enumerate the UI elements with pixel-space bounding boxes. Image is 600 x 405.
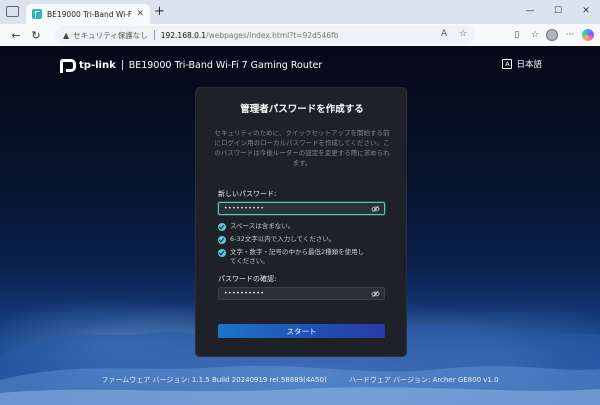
logo-text: tp-link [79, 59, 116, 71]
confirm-password-input[interactable] [224, 290, 364, 297]
language-label: 日本語 [516, 60, 542, 70]
url-path: /webpages/index.html?t=92d546fb [206, 30, 339, 40]
card-title: 管理者パスワードを作成する [240, 104, 364, 115]
browser-toolbar: ← ↻ ▲ セキュリティ保護なし 192.168.0.1/webpages/in… [0, 24, 600, 46]
confirm-password-label: パスワードの確認: [218, 275, 277, 283]
copilot-icon[interactable] [579, 26, 597, 44]
check-icon [218, 222, 226, 231]
check-icon [218, 248, 226, 257]
read-aloud-icon[interactable]: A [441, 29, 447, 39]
check-icon [218, 235, 226, 244]
tab-strip: BE19000 Tri-Band Wi-Fi 7 Gaming ✕ + — ☐ … [0, 0, 600, 24]
security-status[interactable]: セキュリティ保護なし [73, 30, 148, 41]
tab-actions-icon[interactable] [6, 6, 19, 17]
confirm-password-field[interactable] [218, 287, 385, 300]
refresh-icon[interactable]: ↻ [26, 25, 46, 45]
header-divider [121, 60, 123, 70]
browser-tab[interactable]: BE19000 Tri-Band Wi-Fi 7 Gaming ✕ [26, 4, 150, 24]
close-window-icon[interactable]: ✕ [574, 2, 598, 20]
new-tab-button[interactable]: + [154, 4, 165, 20]
favorite-star-icon[interactable]: ☆ [459, 29, 467, 39]
hide-password-icon[interactable] [371, 205, 380, 213]
favorites-icon[interactable]: ☆ [526, 26, 544, 44]
rule-text: スペースは含まない。 [230, 222, 295, 230]
tab-title: BE19000 Tri-Band Wi-Fi 7 Gaming [47, 9, 133, 19]
minimize-icon[interactable]: — [518, 2, 542, 20]
more-menu-icon[interactable]: ⋯ [561, 26, 579, 44]
tp-link-favicon-icon [32, 9, 42, 19]
new-password-label: 新しいパスワード: [218, 190, 277, 198]
password-rule-length: 6-32文字以内で入力してください。 [218, 235, 388, 244]
hide-confirm-password-icon[interactable] [371, 290, 380, 298]
maximize-icon[interactable]: ☐ [546, 2, 570, 20]
language-icon: A [502, 59, 513, 69]
new-password-input[interactable] [224, 205, 364, 212]
copilot-logo-icon [582, 29, 594, 41]
rule-text: 6-32文字以内で入力してください。 [230, 235, 336, 243]
new-password-field[interactable] [218, 202, 385, 215]
close-tab-icon[interactable]: ✕ [136, 9, 144, 19]
profile-avatar[interactable] [543, 26, 561, 44]
avatar [546, 29, 558, 41]
warning-icon: ▲ [63, 30, 70, 40]
url-host: 192.168.0.1 [160, 30, 207, 40]
rule-text: 文字・数字・記号の中から最低2種類を使用してください。 [230, 248, 365, 265]
password-rule-no-space: スペースは含まない。 [218, 222, 388, 231]
start-button[interactable]: スタート [218, 324, 385, 338]
tp-link-logo-icon [58, 58, 76, 73]
product-title: BE19000 Tri-Band Wi-Fi 7 Gaming Router [128, 59, 323, 71]
hardware-version: ハードウェア バージョン: Archer GE800 v1.0 [348, 376, 499, 384]
address-separator [153, 30, 155, 40]
language-selector[interactable]: A 日本語 [502, 58, 542, 70]
split-screen-icon[interactable]: ▯ [508, 26, 526, 44]
back-icon[interactable]: ← [6, 25, 26, 45]
brand-header: tp-link BE19000 Tri-Band Wi-Fi 7 Gaming … [58, 58, 323, 73]
password-rule-types: 文字・数字・記号の中から最低2種類を使用してください。 [218, 248, 368, 266]
browser-chrome: BE19000 Tri-Band Wi-Fi 7 Gaming ✕ + — ☐ … [0, 0, 600, 46]
firmware-version: ファームウェア バージョン: 1.1.5 Build 20240919 rel.… [101, 376, 327, 384]
address-bar[interactable]: ▲ セキュリティ保護なし 192.168.0.1/webpages/index.… [55, 26, 475, 44]
create-password-card: 管理者パスワードを作成する セキュリティのために、クイックセットアップを開始する… [195, 87, 407, 357]
router-setup-page: tp-link BE19000 Tri-Band Wi-Fi 7 Gaming … [0, 46, 600, 405]
card-description: セキュリティのために、クイックセットアップを開始する前にログイン用のローカルパス… [214, 129, 390, 167]
version-footer: ファームウェア バージョン: 1.1.5 Build 20240919 rel.… [0, 375, 600, 385]
